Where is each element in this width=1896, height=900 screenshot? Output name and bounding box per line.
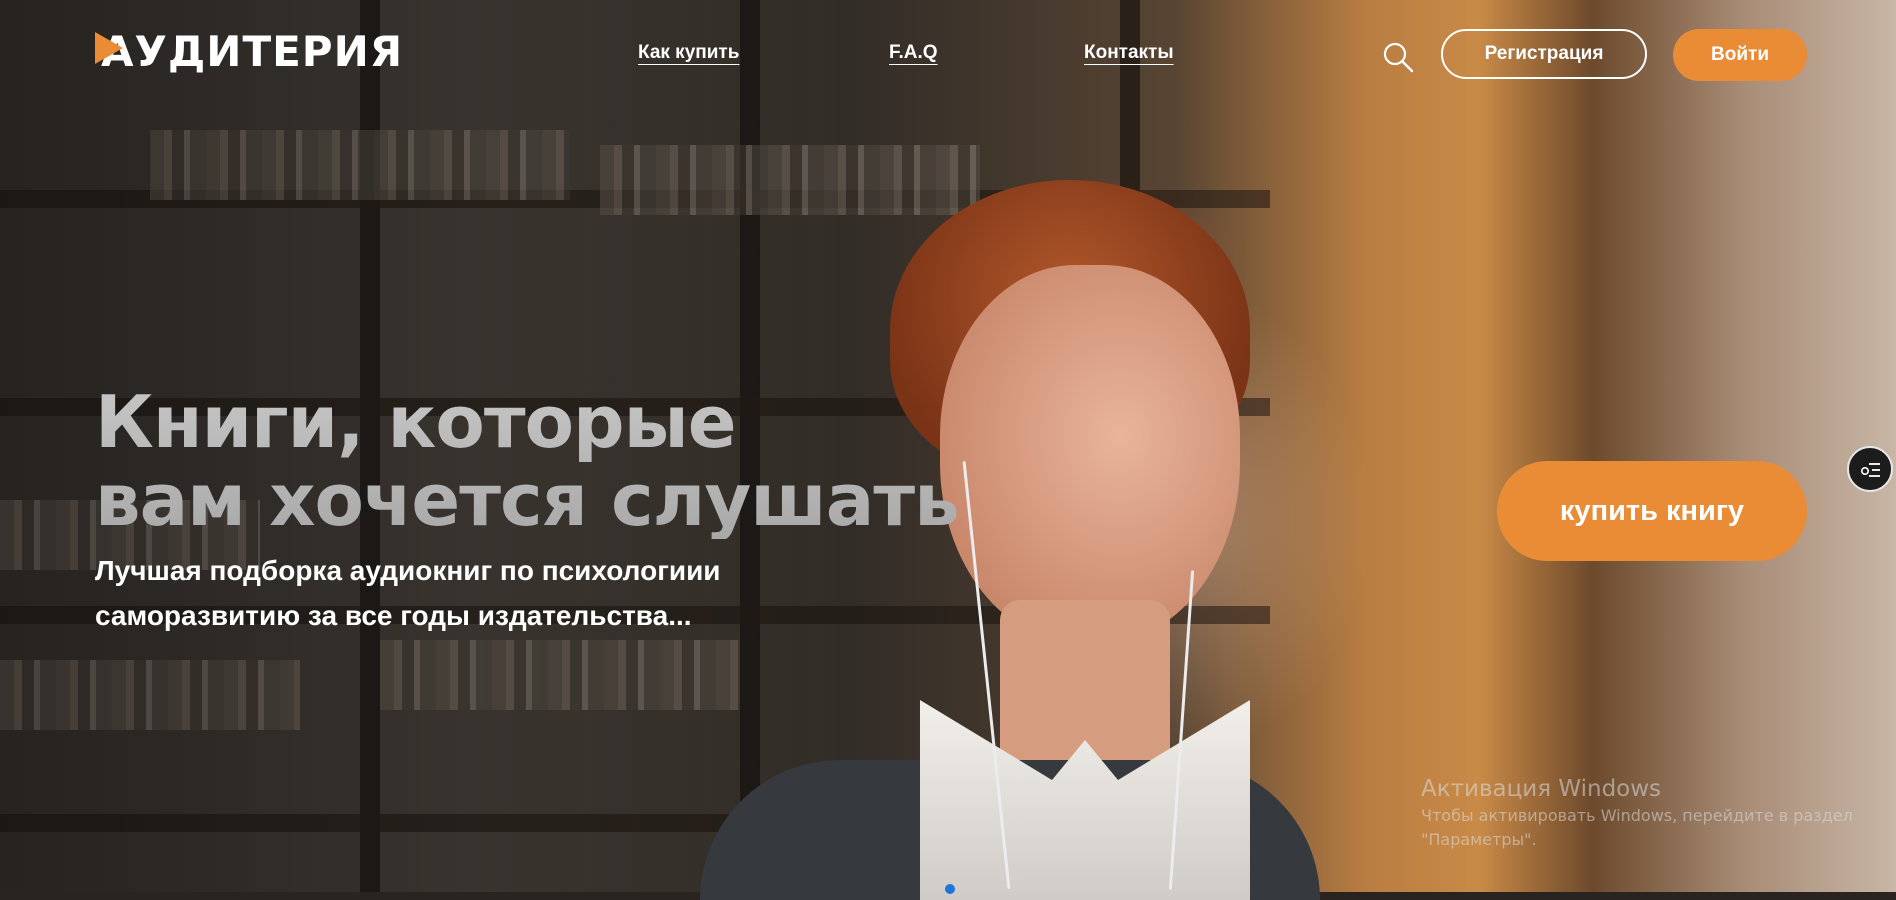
search-icon[interactable] — [1381, 40, 1415, 74]
site-header: АУДИТЕРИЯ Как купить F.A.Q Контакты Реги… — [0, 0, 1896, 110]
hero-title-line: вам хочется слушать — [95, 458, 959, 542]
hero-title-line: Книги, которые — [95, 380, 736, 464]
site-logo[interactable]: АУДИТЕРИЯ — [95, 30, 403, 74]
hero-subtitle: Лучшая подборка аудиокниг по психологиии… — [95, 548, 815, 638]
logo-play-icon — [95, 32, 123, 64]
watermark-text: Чтобы активировать Windows, перейдите в … — [1421, 806, 1853, 825]
watermark-title: Активация Windows — [1421, 776, 1662, 802]
slider-dot[interactable] — [945, 884, 955, 894]
nav-link-contacts[interactable]: Контакты — [1084, 42, 1174, 64]
hero-subtitle-line: саморазвитию за все годы издательства... — [95, 600, 692, 631]
login-button[interactable]: Войти — [1673, 29, 1807, 81]
watermark-text: "Параметры". — [1421, 830, 1537, 849]
nav-link-how-to-buy[interactable]: Как купить — [638, 42, 739, 64]
windows-activation-watermark: Активация Windows Чтобы активировать Win… — [1421, 774, 1881, 852]
logo-text: АУДИТЕРИЯ — [101, 27, 404, 76]
buy-book-button[interactable]: купить книгу — [1497, 461, 1807, 561]
hero-title: Книги, которые вам хочется слушать — [95, 383, 995, 539]
register-button[interactable]: Регистрация — [1441, 29, 1647, 79]
side-widget-button[interactable] — [1847, 446, 1893, 492]
nav-link-faq[interactable]: F.A.Q — [889, 42, 938, 64]
hero-subtitle-line: Лучшая подборка аудиокниг по психологиии — [95, 555, 721, 586]
list-settings-icon — [1860, 463, 1880, 477]
